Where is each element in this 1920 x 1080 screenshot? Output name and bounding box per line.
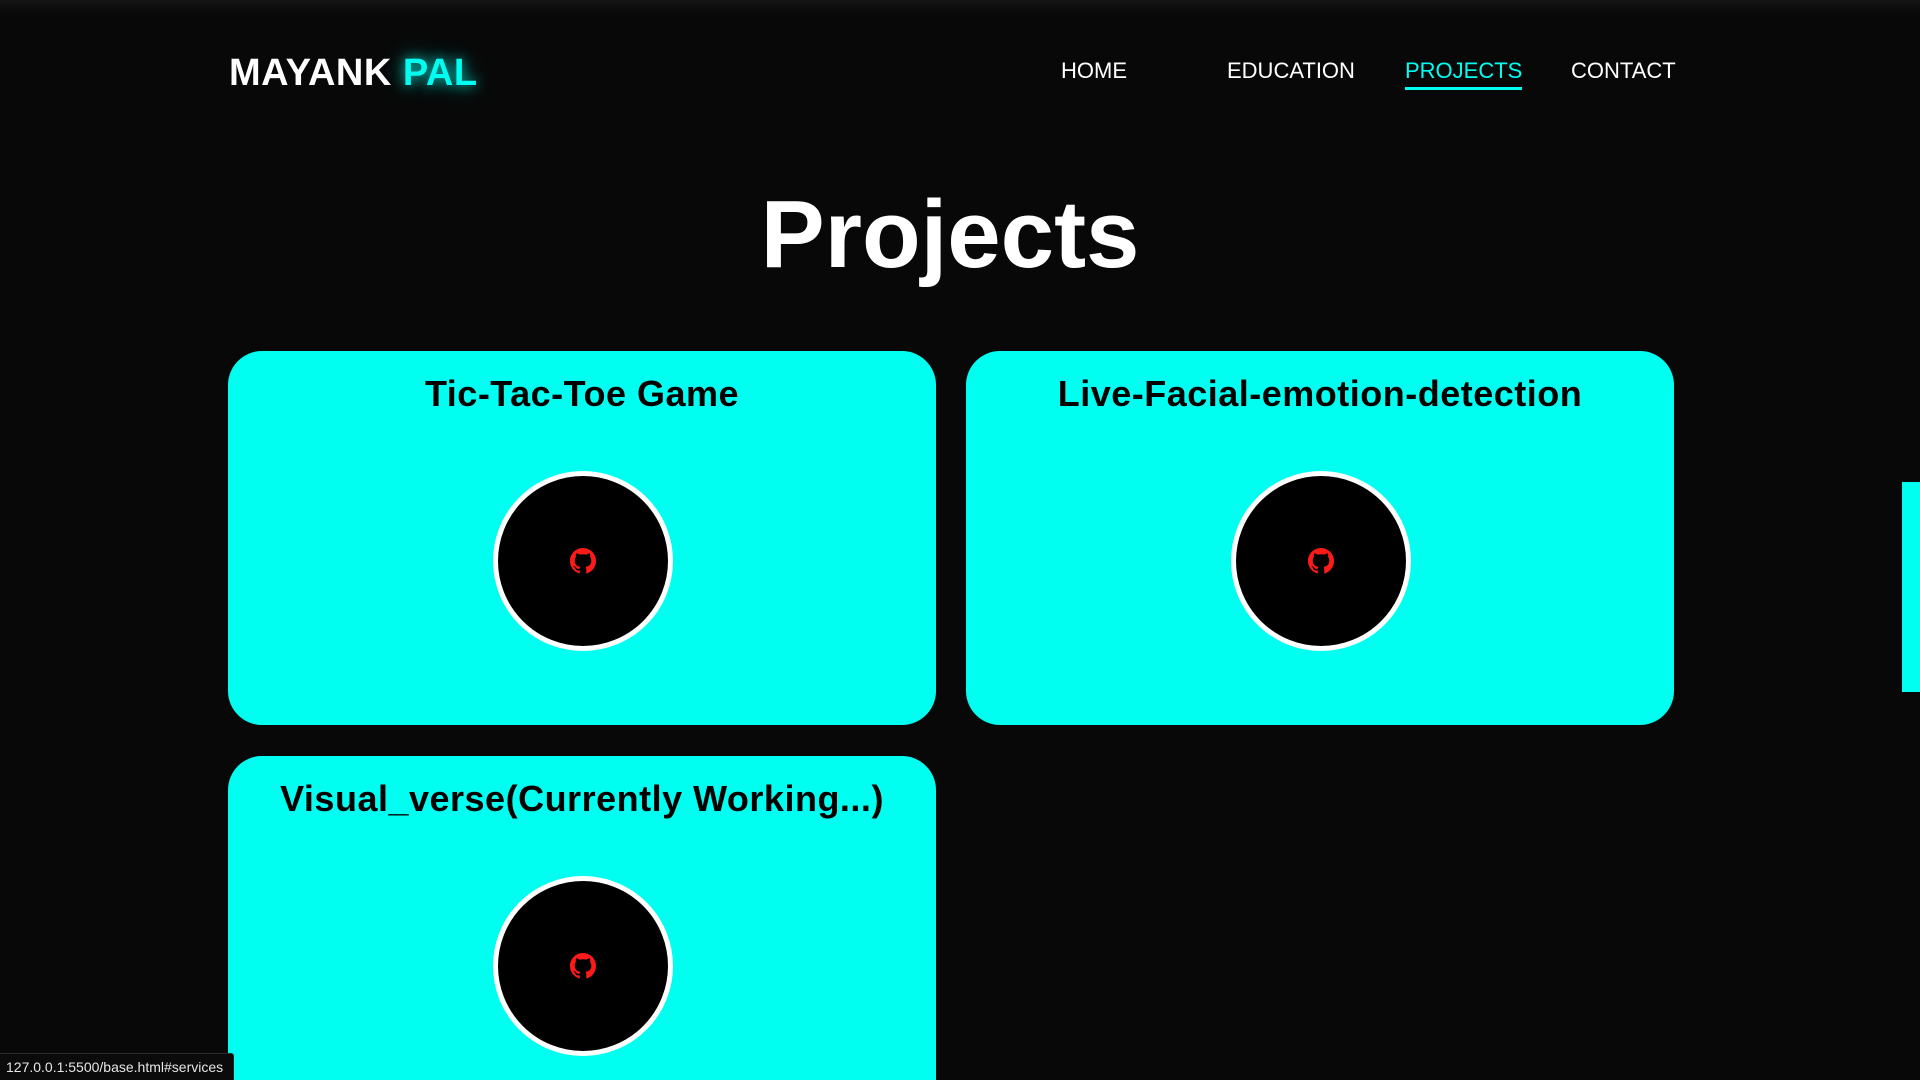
main-nav: HOME EDUCATION PROJECTS CONTACT: [0, 58, 1920, 98]
github-icon: [570, 953, 596, 979]
project-title: Live-Facial-emotion-detection: [1057, 373, 1583, 414]
page: MAYANK PAL HOME EDUCATION PROJECTS CONTA…: [0, 0, 1920, 1080]
project-card-facial-emotion: Live-Facial-emotion-detection: [966, 351, 1674, 725]
nav-item-contact[interactable]: CONTACT: [1571, 58, 1676, 87]
github-icon: [1308, 548, 1334, 574]
project-card-visual-verse: Visual_verse(Currently Working...): [228, 756, 936, 1080]
github-link-button[interactable]: [1231, 471, 1411, 651]
section-title: Projects: [760, 181, 1140, 288]
project-title: Visual_verse(Currently Working...): [280, 778, 884, 819]
github-link-button[interactable]: [493, 471, 673, 651]
nav-item-education[interactable]: EDUCATION: [1227, 58, 1355, 87]
top-shade: [0, 0, 1920, 14]
project-title: Tic-Tac-Toe Game: [424, 373, 740, 414]
side-scroll-tab[interactable]: [1902, 482, 1920, 692]
nav-item-home[interactable]: HOME: [1061, 58, 1127, 87]
github-link-button[interactable]: [493, 876, 673, 1056]
status-bar-url: 127.0.0.1:5500/base.html#services: [0, 1053, 235, 1080]
github-icon: [570, 548, 596, 574]
project-card-tic-tac-toe: Tic-Tac-Toe Game: [228, 351, 936, 725]
nav-item-projects[interactable]: PROJECTS: [1405, 58, 1523, 90]
